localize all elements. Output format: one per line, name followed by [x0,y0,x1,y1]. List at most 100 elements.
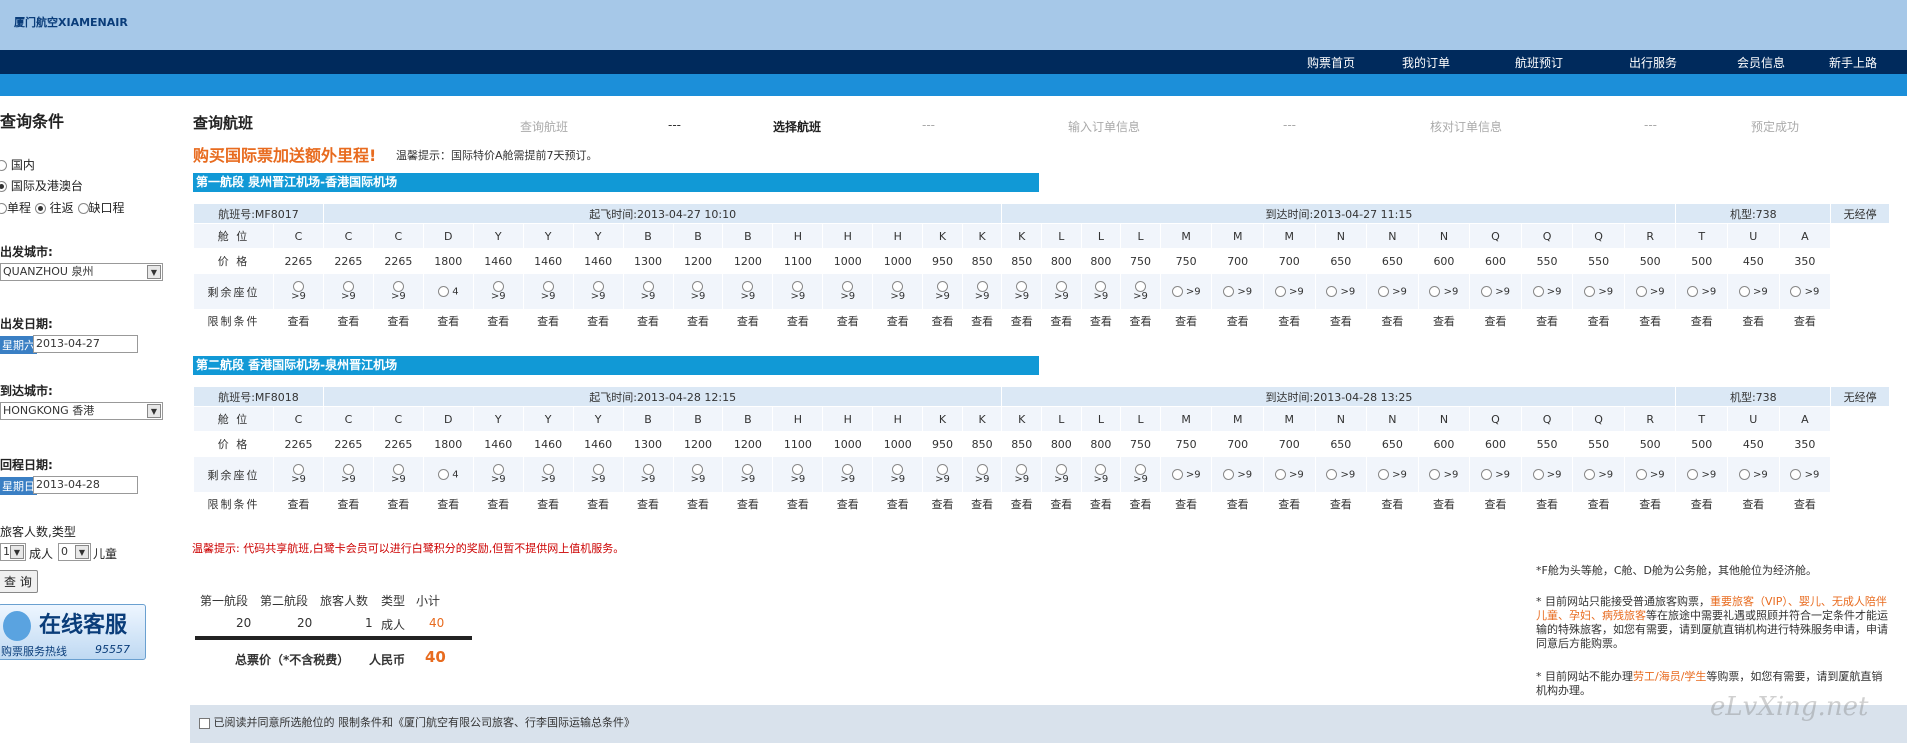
note-link-labor[interactable]: 劳工/海员/学生 [1633,670,1706,683]
cabin-radio[interactable] [936,280,948,292]
view-link[interactable]: 查看 [971,498,993,511]
view-link[interactable]: 查看 [1794,315,1816,328]
cabin-radio[interactable] [1326,468,1338,480]
cabin-radio[interactable] [1790,468,1802,480]
view-link[interactable]: 查看 [1588,498,1610,511]
seat-cell[interactable]: >9 [472,456,524,493]
seat-cell[interactable]: >9 [922,456,963,493]
seat-cell[interactable]: >9 [1041,273,1082,310]
cabin-radio[interactable] [1532,468,1544,480]
cabin-radio[interactable] [892,463,904,475]
cabin-radio[interactable] [1274,468,1286,480]
view-link[interactable]: 查看 [637,498,659,511]
restriction-link[interactable]: 查看 [1778,492,1832,515]
cabin-radio[interactable] [692,463,704,475]
seat-cell[interactable]: >9 [472,273,524,310]
restriction-link[interactable]: 查看 [1417,492,1471,515]
seat-cell[interactable]: >9 [322,456,374,493]
restriction-link[interactable]: 查看 [472,492,524,515]
view-link[interactable]: 查看 [1090,498,1112,511]
restriction-link[interactable]: 查看 [572,492,624,515]
child-count-select[interactable]: 0 ▼ [58,543,91,561]
cabin-radio[interactable] [1584,468,1596,480]
seat-cell[interactable]: >9 [822,273,874,310]
view-link[interactable]: 查看 [587,498,609,511]
view-link[interactable]: 查看 [1011,498,1033,511]
restriction-link[interactable]: 查看 [522,309,574,332]
cabin-radio[interactable] [1738,285,1750,297]
view-link[interactable]: 查看 [931,315,953,328]
view-link[interactable]: 查看 [437,315,459,328]
radio-intl[interactable] [0,181,7,192]
radio-domestic[interactable] [0,160,7,171]
seat-cell[interactable]: >9 [1520,456,1574,493]
seat-cell[interactable]: >9 [1520,273,1574,310]
seat-cell[interactable]: >9 [372,273,424,310]
view-link[interactable]: 查看 [287,315,309,328]
seat-cell[interactable]: >9 [1572,273,1625,310]
seat-cell[interactable]: >9 [1211,456,1264,493]
restriction-link[interactable]: 查看 [622,492,674,515]
seat-cell[interactable]: >9 [522,273,574,310]
view-link[interactable]: 查看 [1090,315,1112,328]
cabin-radio[interactable] [542,463,554,475]
cabin-radio[interactable] [742,463,754,475]
restriction-link[interactable]: 查看 [922,492,963,515]
seat-cell[interactable]: >9 [822,456,874,493]
seat-cell[interactable]: 4 [422,273,474,310]
view-link[interactable]: 查看 [1278,315,1300,328]
restriction-link[interactable]: 查看 [872,492,924,515]
restriction-link[interactable]: 查看 [672,492,724,515]
view-link[interactable]: 查看 [1330,498,1352,511]
restriction-link[interactable]: 查看 [322,492,374,515]
view-link[interactable]: 查看 [537,498,559,511]
seat-cell[interactable]: >9 [1211,273,1264,310]
view-link[interactable]: 查看 [737,315,759,328]
view-link[interactable]: 查看 [1691,315,1713,328]
radio-oneway[interactable] [0,203,7,214]
cabin-radio[interactable] [1687,285,1699,297]
view-link[interactable]: 查看 [537,315,559,328]
seat-cell[interactable]: >9 [1001,273,1043,310]
cabin-radio[interactable] [292,280,304,292]
seat-cell[interactable]: >9 [1080,456,1122,493]
restriction-link[interactable]: 查看 [1314,492,1368,515]
restriction-link[interactable]: 查看 [1159,492,1213,515]
restriction-link[interactable]: 查看 [372,492,424,515]
seat-cell[interactable]: >9 [1469,273,1522,310]
restriction-link[interactable]: 查看 [1520,492,1574,515]
nav-booking[interactable]: 航班预订 [1515,54,1563,71]
restriction-link[interactable]: 查看 [961,492,1003,515]
cabin-radio[interactable] [1481,285,1493,297]
view-link[interactable]: 查看 [971,315,993,328]
cabin-radio[interactable] [1171,285,1183,297]
restriction-link[interactable]: 查看 [1778,309,1832,332]
seat-cell[interactable]: >9 [1041,456,1082,493]
cabin-radio[interactable] [1377,468,1389,480]
restriction-link[interactable]: 查看 [1314,309,1368,332]
cabin-radio[interactable] [1687,468,1699,480]
view-link[interactable]: 查看 [1742,498,1764,511]
restriction-link[interactable]: 查看 [422,309,474,332]
seat-cell[interactable]: >9 [622,273,674,310]
view-link[interactable]: 查看 [387,498,409,511]
seat-cell[interactable]: >9 [1469,456,1522,493]
restriction-link[interactable]: 查看 [322,309,374,332]
view-link[interactable]: 查看 [1536,498,1558,511]
seat-cell[interactable]: >9 [772,456,824,493]
seat-cell[interactable]: >9 [1417,456,1471,493]
restriction-link[interactable]: 查看 [273,492,324,515]
view-link[interactable]: 查看 [337,498,359,511]
view-link[interactable]: 查看 [487,315,509,328]
seat-cell[interactable]: >9 [1778,456,1832,493]
seat-cell[interactable]: >9 [273,456,324,493]
restriction-link[interactable]: 查看 [1001,309,1043,332]
cabin-radio[interactable] [692,280,704,292]
seat-cell[interactable]: >9 [1572,456,1625,493]
cabin-radio[interactable] [1135,463,1147,475]
seat-cell[interactable]: >9 [922,273,963,310]
restriction-link[interactable]: 查看 [572,309,624,332]
restriction-link[interactable]: 查看 [1469,492,1522,515]
cabin-radio[interactable] [936,463,948,475]
cabin-radio[interactable] [642,463,654,475]
